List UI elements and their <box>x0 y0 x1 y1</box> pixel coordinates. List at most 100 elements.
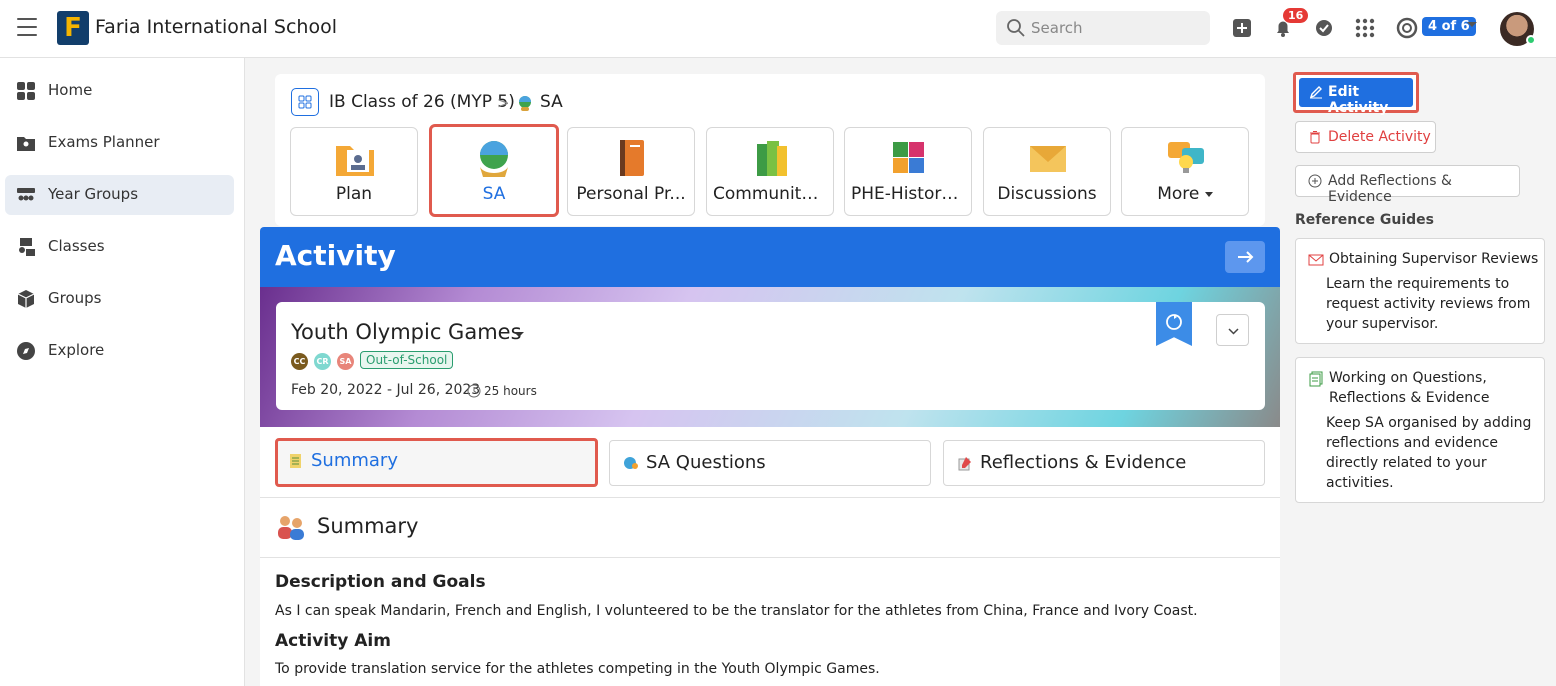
year-groups-icon <box>17 188 35 201</box>
tile-plan[interactable]: Plan <box>290 127 418 216</box>
top-bar: F Faria International School Search 16 4… <box>0 0 1556 58</box>
globe-hands-icon <box>480 141 508 177</box>
breadcrumb-current[interactable]: SA <box>540 92 563 112</box>
tile-community-project[interactable]: Community ... <box>706 127 834 216</box>
sidebar-item-label: Exams Planner <box>48 133 160 151</box>
reference-guides-heading: Reference Guides <box>1295 212 1435 228</box>
menu-icon[interactable] <box>17 18 37 36</box>
search-placeholder: Search <box>1031 19 1083 37</box>
chip-sa: SA <box>337 353 354 370</box>
document-icon <box>290 454 301 468</box>
exams-folder-icon <box>17 137 35 151</box>
classes-icon <box>19 238 35 256</box>
tile-more[interactable]: More <box>1121 127 1249 216</box>
search-icon <box>1007 19 1025 37</box>
breadcrumb-class[interactable]: IB Class of 26 (MYP 5) <box>329 92 515 112</box>
activity-dates: Feb 20, 2022 - Jul 26, 2023 <box>291 382 481 398</box>
reflection-pencil-icon <box>958 457 971 471</box>
edit-activity-button[interactable]: Edit Activity <box>1293 72 1419 116</box>
aim-heading: Activity Aim <box>275 631 391 651</box>
description-text: As I can speak Mandarin, French and Engl… <box>275 603 1198 619</box>
home-grid-icon <box>17 82 35 100</box>
activity-header: Activity <box>260 227 1280 287</box>
chevron-down-icon[interactable] <box>1467 22 1477 27</box>
sidebar-item-label: Groups <box>48 289 102 307</box>
books-icon <box>757 141 787 176</box>
school-name[interactable]: Faria International School <box>95 16 337 38</box>
add-reflections-label: Add Reflections & Evidence <box>1328 173 1452 205</box>
guide-supervisor-reviews[interactable]: Obtaining Supervisor Reviews Learn the r… <box>1295 238 1545 344</box>
groups-cube-icon <box>17 290 35 308</box>
tab-label: Reflections & Evidence <box>980 452 1187 473</box>
refresh-icon <box>1166 314 1182 330</box>
tab-sa-questions[interactable]: SA Questions <box>609 440 931 486</box>
tab-label: Summary <box>311 450 398 471</box>
mail-icon <box>1308 254 1324 266</box>
chat-icon[interactable] <box>1312 16 1336 40</box>
sidebar-item-year-groups[interactable]: Year Groups <box>5 175 234 215</box>
sidebar-item-label: Year Groups <box>48 185 139 203</box>
add-icon[interactable] <box>1230 16 1254 40</box>
globe-question-icon <box>624 457 638 469</box>
guide-title: Working on Questions, Reflections & Evid… <box>1329 370 1490 406</box>
search-input[interactable]: Search <box>996 11 1210 45</box>
tile-sa[interactable]: SA <box>429 124 559 217</box>
sidebar-item-classes[interactable]: Classes <box>5 227 234 267</box>
sidebar-item-exams-planner[interactable]: Exams Planner <box>5 123 234 163</box>
lifebuoy-icon[interactable] <box>1395 16 1419 40</box>
sidebar-item-explore[interactable]: Explore <box>5 331 234 371</box>
chip-cr: CR <box>314 353 331 370</box>
summary-heading: Summary <box>317 514 419 538</box>
activity-hours: 25 hours <box>484 384 537 398</box>
trash-icon <box>1310 131 1320 144</box>
tile-label: SA <box>482 184 506 204</box>
chevron-down-icon[interactable] <box>514 332 524 337</box>
delete-activity-button[interactable]: Delete Activity <box>1295 121 1436 153</box>
tile-label: Community ... <box>713 184 833 204</box>
tile-personal-project[interactable]: Personal Pr... <box>567 127 695 216</box>
tile-discussions[interactable]: Discussions <box>983 127 1111 216</box>
tab-summary[interactable]: Summary <box>275 438 598 487</box>
chevron-down-icon <box>1204 191 1213 197</box>
activity-options-button[interactable] <box>1216 314 1249 346</box>
puzzle-icon <box>893 142 924 173</box>
notification-badge: 16 <box>1283 8 1309 23</box>
envelope-icon <box>1030 146 1066 172</box>
edit-activity-label: Edit Activity <box>1328 84 1389 116</box>
guide-title: Obtaining Supervisor Reviews <box>1329 251 1539 267</box>
add-reflections-button[interactable]: Add Reflections & Evidence <box>1295 165 1520 205</box>
chat-bulb-icon <box>1168 142 1204 173</box>
guide-description: Keep SA organised by adding reflections … <box>1326 415 1532 491</box>
plan-folder-icon <box>336 146 374 176</box>
activity-next-button[interactable] <box>1225 241 1265 273</box>
divider <box>260 557 1280 558</box>
class-grid-icon[interactable] <box>291 88 319 116</box>
activity-header-title: Activity <box>275 239 396 272</box>
apps-grid-icon[interactable] <box>1353 16 1377 40</box>
sidebar: Home Exams Planner Year Groups Classes G… <box>0 58 245 686</box>
tile-label: More <box>1122 184 1248 204</box>
arrow-right-icon <box>1238 251 1254 263</box>
tab-label: SA Questions <box>646 452 766 473</box>
delete-activity-label: Delete Activity <box>1328 129 1431 145</box>
sidebar-item-groups[interactable]: Groups <box>5 279 234 319</box>
tile-label: Personal Pr... <box>576 184 686 204</box>
tab-reflections-evidence[interactable]: Reflections & Evidence <box>943 440 1265 486</box>
tile-label: Plan <box>335 184 373 204</box>
sidebar-item-label: Explore <box>48 341 105 359</box>
activity-title[interactable]: Youth Olympic Games <box>291 320 522 344</box>
pencil-icon <box>1309 86 1322 99</box>
plus-circle-icon <box>1308 174 1322 188</box>
sidebar-item-label: Home <box>48 81 93 99</box>
chevron-down-icon <box>1228 328 1239 335</box>
breadcrumb-separator: > <box>497 94 510 112</box>
document-copy-icon <box>1309 371 1323 387</box>
tile-phe-history[interactable]: PHE-History... <box>844 127 972 216</box>
sidebar-item-home[interactable]: Home <box>5 71 234 111</box>
clock-icon <box>467 384 481 398</box>
divider <box>260 497 1280 498</box>
school-logo[interactable]: F <box>57 11 89 45</box>
category-tag: Out-of-School <box>360 351 454 369</box>
chip-cc: CC <box>291 353 308 370</box>
guide-questions-reflections[interactable]: Working on Questions, Reflections & Evid… <box>1295 357 1545 503</box>
